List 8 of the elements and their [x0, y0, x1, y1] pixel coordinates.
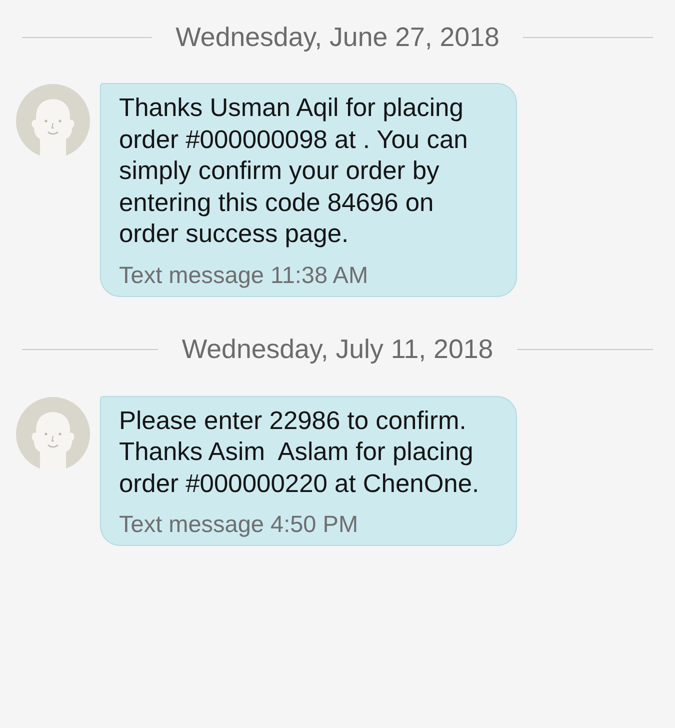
avatar-icon [16, 84, 90, 158]
date-separator: Wednesday, July 11, 2018 [182, 334, 494, 365]
avatar-icon [16, 396, 90, 470]
message-text: Please enter 22986 to confirm. Thanks Asim Aslam for placing order #000000220 at ChenOne. [119, 406, 480, 500]
message-text: Thanks Usman Aqil for placing order #000000098 at . You can simply confirm your order by entering this code 84696 on order success page. [119, 93, 469, 250]
date-separator: Wednesday, June 27, 2018 [176, 22, 500, 52]
message-timestamp: Text message 4:50 PM [119, 511, 360, 537]
message-timestamp: Text message 11:38 AM [119, 262, 370, 288]
